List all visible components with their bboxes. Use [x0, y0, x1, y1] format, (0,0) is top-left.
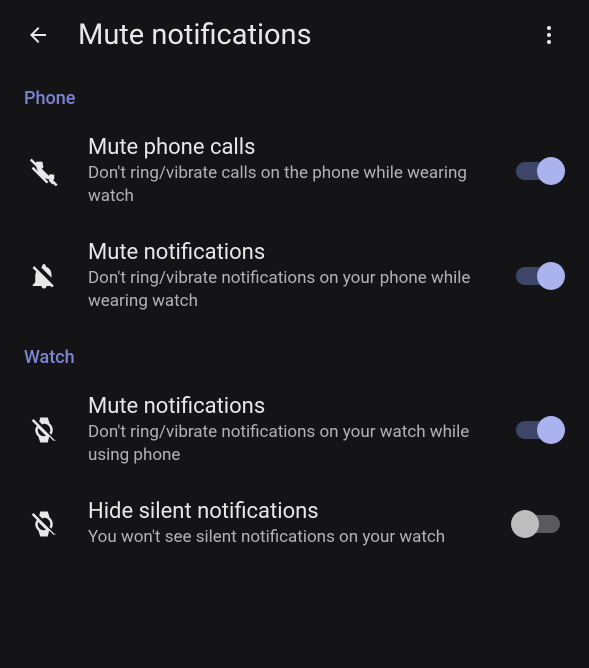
setting-text: Mute notifications Don't ring/vibrate no…	[88, 394, 511, 467]
setting-mute-phone-calls[interactable]: Mute phone calls Don't ring/vibrate call…	[0, 119, 589, 224]
setting-mute-notifications-watch[interactable]: Mute notifications Don't ring/vibrate no…	[0, 378, 589, 483]
setting-desc: Don't ring/vibrate notifications on your…	[88, 267, 495, 313]
back-button[interactable]	[18, 15, 58, 55]
toggle-mute-notifications-watch[interactable]	[511, 415, 565, 445]
setting-desc: Don't ring/vibrate calls on the phone wh…	[88, 162, 495, 208]
app-header: Mute notifications	[0, 0, 589, 70]
more-vert-icon	[537, 23, 561, 47]
section-header-watch: Watch	[0, 329, 589, 378]
notifications-off-icon	[24, 256, 64, 296]
watch-off-icon	[24, 410, 64, 450]
setting-title: Mute notifications	[88, 240, 495, 265]
toggle-hide-silent-notifications[interactable]	[511, 509, 565, 539]
section-header-phone: Phone	[0, 70, 589, 119]
setting-hide-silent-notifications[interactable]: Hide silent notifications You won't see …	[0, 483, 589, 565]
setting-desc: You won't see silent notifications on yo…	[88, 526, 495, 549]
phone-off-icon	[24, 151, 64, 191]
toggle-thumb	[537, 416, 565, 444]
toggle-mute-phone-calls[interactable]	[511, 156, 565, 186]
more-options-button[interactable]	[529, 15, 569, 55]
setting-text: Mute phone calls Don't ring/vibrate call…	[88, 135, 511, 208]
toggle-thumb	[537, 262, 565, 290]
toggle-thumb	[537, 157, 565, 185]
arrow-back-icon	[26, 23, 50, 47]
toggle-mute-notifications-phone[interactable]	[511, 261, 565, 291]
setting-mute-notifications-phone[interactable]: Mute notifications Don't ring/vibrate no…	[0, 224, 589, 329]
watch-off-icon	[24, 504, 64, 544]
toggle-thumb	[511, 510, 539, 538]
page-title: Mute notifications	[78, 18, 529, 52]
setting-title: Hide silent notifications	[88, 499, 495, 524]
setting-text: Mute notifications Don't ring/vibrate no…	[88, 240, 511, 313]
setting-desc: Don't ring/vibrate notifications on your…	[88, 421, 495, 467]
setting-title: Mute notifications	[88, 394, 495, 419]
setting-title: Mute phone calls	[88, 135, 495, 160]
setting-text: Hide silent notifications You won't see …	[88, 499, 511, 549]
